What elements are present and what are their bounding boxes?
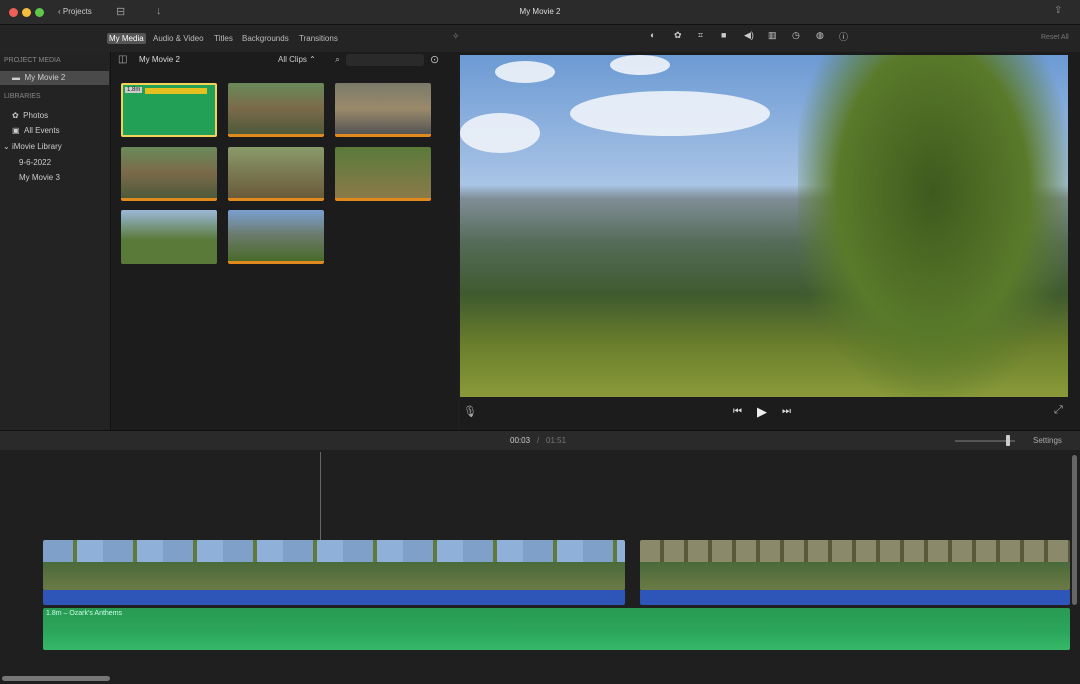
clip-audio	[640, 590, 1070, 605]
clip-filter-select[interactable]: All Clips ⌃	[278, 55, 316, 64]
toolbar: My Media Audio & Video Titles Background…	[0, 25, 1080, 52]
clip-filter-value: All Clips	[278, 55, 307, 64]
play-icon[interactable]: ▶	[757, 404, 767, 420]
tab-titles[interactable]: Titles	[212, 33, 235, 44]
fullscreen-icon[interactable]: ⤢	[1054, 404, 1063, 417]
clip-duration-badge: 1.8m	[125, 87, 143, 93]
browser-title: My Movie 2	[139, 55, 180, 64]
music-track[interactable]: 1.8m – Ozark's Anthems	[43, 608, 1070, 650]
cloud	[570, 91, 770, 136]
sidebar-item-event[interactable]: 9-6-2022	[0, 156, 111, 170]
disclosure-icon[interactable]: ⌄	[3, 142, 10, 151]
sidebar-item-label: My Movie 2	[24, 73, 66, 82]
info-icon[interactable]: ⓘ	[839, 30, 848, 43]
media-thumbnail[interactable]	[335, 83, 431, 137]
settings-button[interactable]: Settings	[1033, 436, 1062, 445]
microphone-icon[interactable]: 🎙	[463, 405, 477, 418]
media-thumbnail[interactable]: 1.8m	[121, 83, 217, 137]
video-clip[interactable]	[43, 540, 625, 590]
cloud	[610, 55, 670, 75]
music-label: 1.8m – Ozark's Anthems	[46, 610, 123, 617]
tab-audio-video[interactable]: Audio & Video	[151, 33, 206, 44]
sidebar-item-my-movie-2[interactable]: ▬ My Movie 2	[0, 71, 109, 85]
sidebar-item-all-events[interactable]: ▣ All Events	[0, 124, 111, 138]
noise-reduction-icon[interactable]: ▥	[768, 30, 777, 41]
sidebar-item-event[interactable]: My Movie 3	[0, 171, 111, 185]
cloud	[460, 113, 540, 153]
color-correction-icon[interactable]: ✿	[674, 30, 682, 41]
browser-settings-icon[interactable]: ⊙	[430, 53, 439, 66]
crop-icon[interactable]: ⌗	[698, 30, 703, 41]
vertical-scrollbar[interactable]	[1072, 455, 1077, 605]
timeline-header: 00:03 / 01:51 Settings	[0, 430, 1080, 450]
cloud	[495, 61, 555, 83]
events-icon: ▣	[12, 126, 20, 135]
media-browser: ◫ My Movie 2 All Clips ⌃ ⌕ ⊙ 1.8m	[112, 52, 458, 430]
share-icon[interactable]: ⇪	[1054, 5, 1062, 16]
video-clip[interactable]	[640, 540, 1070, 590]
total-time: 01:51	[546, 436, 567, 445]
tab-transitions[interactable]: Transitions	[297, 33, 340, 44]
sidebar-item-label: All Events	[24, 126, 60, 135]
reset-all-button[interactable]: Reset All	[1041, 34, 1069, 41]
media-thumbnail[interactable]	[228, 83, 324, 137]
speed-icon[interactable]: ◷	[792, 30, 800, 41]
color-balance-icon[interactable]: ◐	[650, 30, 655, 40]
sidebar-item-label: iMovie Library	[11, 142, 62, 151]
media-thumbnail[interactable]	[121, 210, 217, 264]
tab-my-media[interactable]: My Media	[107, 33, 146, 44]
media-thumbnail[interactable]	[335, 147, 431, 201]
media-thumbnail[interactable]	[121, 147, 217, 201]
project-media-header: PROJECT MEDIA	[4, 57, 61, 64]
search-icon[interactable]: ⌕	[335, 54, 340, 65]
enhance-icon[interactable]: ✧	[452, 31, 460, 42]
skip-back-icon[interactable]: ⏮	[733, 406, 742, 417]
zoom-slider-handle[interactable]	[1006, 435, 1010, 446]
playhead[interactable]	[320, 452, 321, 540]
window-title: My Movie 2	[519, 7, 561, 16]
sidebar-toggle-icon[interactable]: ◫	[118, 54, 127, 65]
current-time: 00:03	[510, 436, 531, 445]
sidebar-item-label: Photos	[23, 111, 49, 120]
tab-backgrounds[interactable]: Backgrounds	[240, 33, 291, 44]
photos-icon: ✿	[12, 111, 19, 120]
tree	[798, 55, 1068, 397]
audio-waveform	[145, 88, 207, 94]
search-input[interactable]	[346, 54, 424, 66]
volume-icon[interactable]: ◀)	[744, 30, 754, 41]
libraries-header: LIBRARIES	[4, 93, 41, 100]
clip-audio	[43, 590, 625, 605]
media-thumbnail[interactable]	[228, 147, 324, 201]
sidebar-item-photos[interactable]: ✿ Photos	[0, 109, 111, 123]
media-thumbnail[interactable]	[228, 210, 324, 264]
horizontal-scrollbar[interactable]	[2, 676, 110, 681]
stabilization-icon[interactable]: ■	[721, 30, 726, 40]
clip-filter-icon[interactable]: ◍	[816, 30, 824, 41]
sidebar-item-imovie-library[interactable]: ⌄ iMovie Library	[0, 140, 111, 154]
skip-forward-icon[interactable]: ⏭	[782, 406, 791, 417]
title-bar: ‹ Projects ⊟ ↓ My Movie 2 ⇪	[0, 0, 1080, 25]
sidebar: PROJECT MEDIA ▬ My Movie 2 LIBRARIES ✿ P…	[0, 52, 111, 430]
video-preview[interactable]	[460, 55, 1068, 397]
